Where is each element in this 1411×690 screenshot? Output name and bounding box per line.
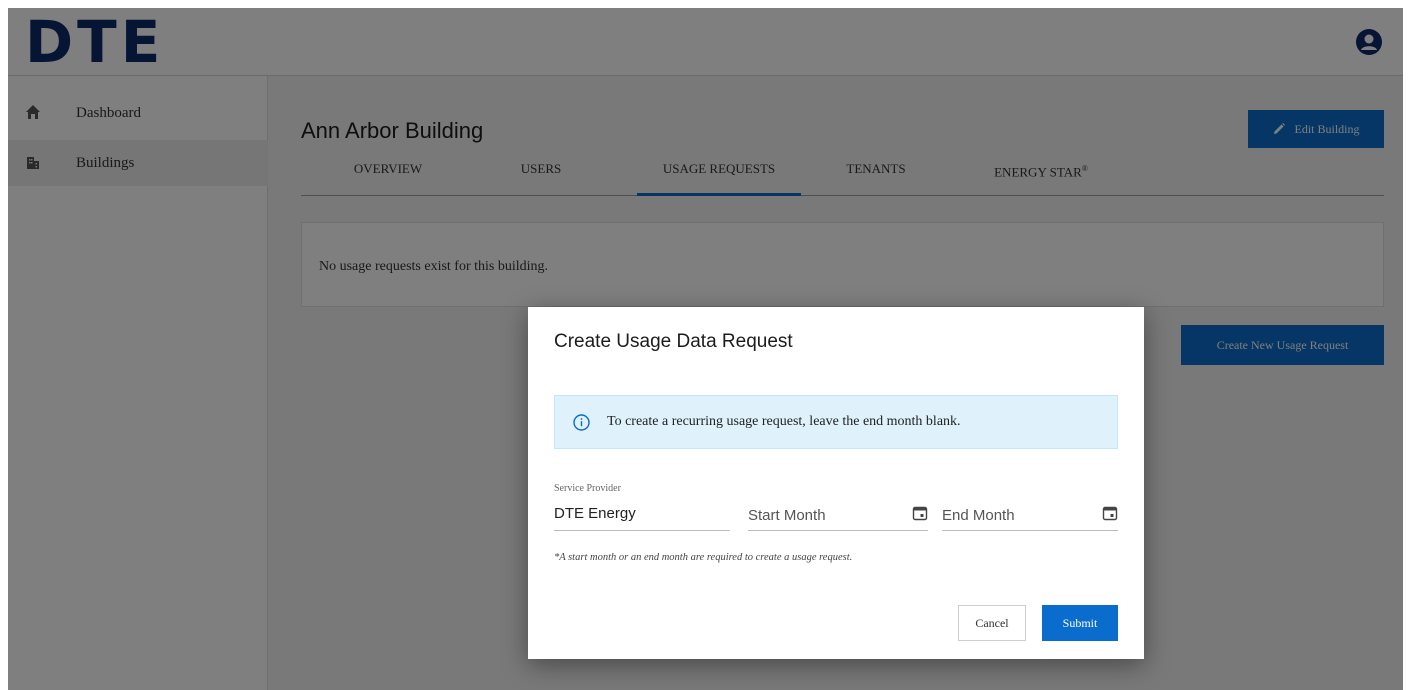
info-icon xyxy=(573,414,590,431)
info-alert: To create a recurring usage request, lea… xyxy=(554,395,1118,449)
submit-button[interactable]: Submit xyxy=(1042,605,1118,641)
end-month-field[interactable]: End Month xyxy=(942,481,1118,531)
cancel-button[interactable]: Cancel xyxy=(958,605,1026,641)
required-note: *A start month or an end month are requi… xyxy=(554,552,853,563)
calendar-icon[interactable] xyxy=(912,505,928,521)
service-provider-label: Service Provider xyxy=(554,483,621,494)
service-provider-field[interactable]: Service Provider xyxy=(554,481,730,531)
create-usage-request-dialog: Create Usage Data Request To create a re… xyxy=(528,307,1144,659)
calendar-icon[interactable] xyxy=(1102,505,1118,521)
start-month-field[interactable]: Start Month xyxy=(748,481,928,531)
info-text: To create a recurring usage request, lea… xyxy=(607,414,961,429)
service-provider-input[interactable] xyxy=(554,505,730,522)
dialog-title: Create Usage Data Request xyxy=(554,331,793,352)
end-month-placeholder: End Month xyxy=(942,507,1015,524)
start-month-placeholder: Start Month xyxy=(748,507,826,524)
